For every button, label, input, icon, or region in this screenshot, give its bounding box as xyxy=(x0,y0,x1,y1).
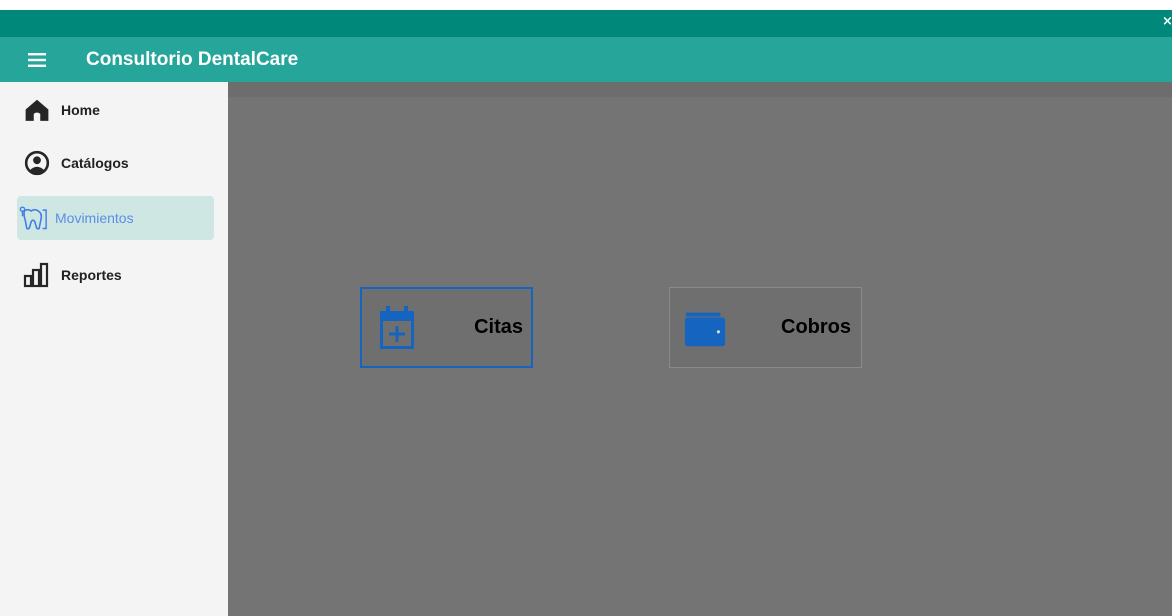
sidebar-item-movimientos[interactable]: Movimientos xyxy=(17,196,214,240)
account-circle-icon xyxy=(23,149,51,177)
citas-label: Citas xyxy=(474,316,523,338)
content-header-band xyxy=(228,82,1172,97)
close-icon[interactable]: × xyxy=(1162,12,1172,32)
home-icon xyxy=(23,96,51,124)
sidebar-item-reportes[interactable]: Reportes xyxy=(17,253,214,297)
bar-chart-icon xyxy=(23,261,51,289)
page-margin xyxy=(0,0,1172,10)
app-title: Consultorio DentalCare xyxy=(86,48,299,70)
menu-icon xyxy=(28,52,46,67)
sidebar-item-catalogos[interactable]: Catálogos xyxy=(17,141,214,185)
cobros-label: Cobros xyxy=(781,316,851,338)
sidebar-item-label: Home xyxy=(61,102,100,118)
wallet-icon xyxy=(682,305,728,351)
sidebar-item-label: Movimientos xyxy=(55,210,134,226)
calendar-plus-icon xyxy=(374,305,420,351)
main-content: Citas Cobros xyxy=(228,82,1172,616)
sidebar: Home Catálogos Movimientos Reportes xyxy=(0,82,228,616)
sidebar-item-label: Catálogos xyxy=(61,155,129,171)
app-bar: Consultorio DentalCare xyxy=(0,37,1172,82)
sidebar-item-home[interactable]: Home xyxy=(17,88,214,132)
tooth-icon xyxy=(19,204,47,232)
sidebar-item-label: Reportes xyxy=(61,267,122,283)
menu-button[interactable] xyxy=(20,43,54,77)
citas-tile[interactable]: Citas xyxy=(360,287,533,368)
cobros-tile[interactable]: Cobros xyxy=(669,287,862,368)
window-titlebar xyxy=(0,10,1172,37)
